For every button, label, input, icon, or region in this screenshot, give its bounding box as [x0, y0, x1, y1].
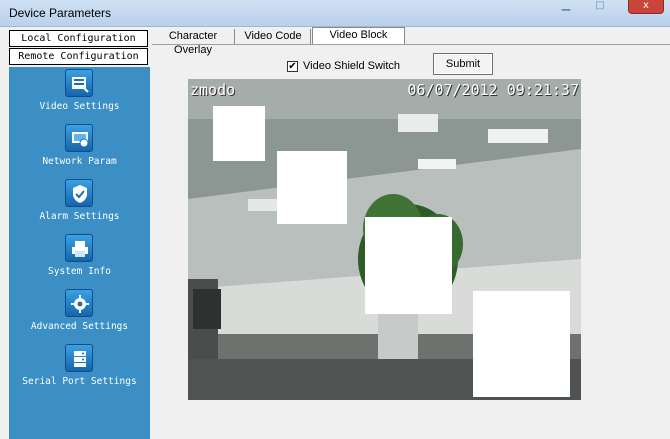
tab-video-code[interactable]: Video Code [236, 29, 311, 45]
title-bar: Device Parameters ▁ □ x [0, 0, 670, 27]
serial-port-icon [65, 344, 93, 372]
gear-icon [65, 289, 93, 317]
sidebar-item-label: Network Param [42, 156, 117, 167]
privacy-mask[interactable] [277, 151, 347, 224]
sidebar-item-label: System Info [48, 266, 111, 277]
shield-icon [65, 179, 93, 207]
tab-video-block[interactable]: Video Block [312, 27, 405, 45]
video-settings-icon [65, 69, 93, 97]
video-shield-label: Video Shield Switch [303, 60, 401, 72]
window-title: Device Parameters [9, 6, 112, 20]
sidebar-item-serial-port-settings[interactable]: Serial Port Settings [9, 344, 150, 394]
sidebar-item-network-param[interactable]: Network Param [9, 124, 150, 174]
printer-icon [65, 234, 93, 262]
local-configuration-button[interactable]: Local Configuration [9, 30, 148, 47]
left-panel: Local Configuration Remote Configuration… [0, 27, 150, 439]
timestamp-overlay: 06/07/2012 09:21:37 [407, 81, 579, 99]
sidebar-item-label: Alarm Settings [39, 211, 120, 222]
close-button[interactable]: x [628, 0, 664, 14]
submit-button[interactable]: Submit [433, 53, 493, 75]
sidebar: Video Settings Network Param Alarm Setti… [9, 67, 150, 439]
sidebar-item-video-settings[interactable]: Video Settings [9, 69, 150, 119]
tab-character-overlay[interactable]: Character Overlay [152, 29, 235, 56]
sidebar-item-system-info[interactable]: System Info [9, 234, 150, 284]
privacy-mask[interactable] [213, 106, 265, 161]
video-preview[interactable]: zmodo 06/07/2012 09:21:37 [188, 79, 581, 400]
sidebar-item-label: Advanced Settings [30, 321, 129, 332]
video-shield-checkbox[interactable]: ✔ [287, 61, 298, 72]
sidebar-item-label: Video Settings [39, 101, 120, 112]
sidebar-item-label: Serial Port Settings [22, 376, 137, 387]
camera-name-overlay: zmodo [190, 81, 236, 99]
minimize-icon[interactable]: ▁ [554, 0, 578, 14]
privacy-mask[interactable] [365, 217, 452, 314]
privacy-mask[interactable] [473, 291, 570, 397]
network-icon [65, 124, 93, 152]
sidebar-item-alarm-settings[interactable]: Alarm Settings [9, 179, 150, 229]
sidebar-item-advanced-settings[interactable]: Advanced Settings [9, 289, 150, 339]
remote-configuration-button[interactable]: Remote Configuration [9, 48, 148, 65]
maximize-icon[interactable]: □ [588, 0, 612, 14]
tab-divider [152, 44, 670, 45]
